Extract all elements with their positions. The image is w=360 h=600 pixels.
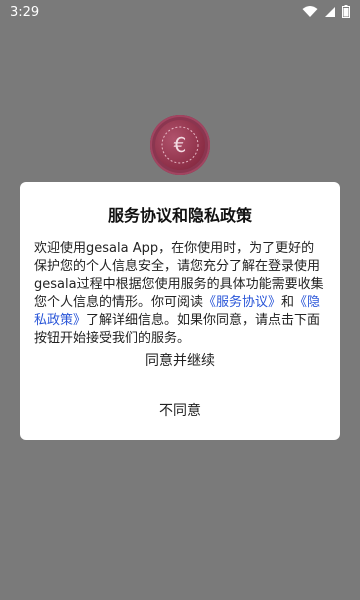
battery-icon	[342, 3, 350, 22]
euro-seal-logo: €	[161, 126, 199, 164]
status-icons	[302, 3, 350, 22]
body-text-part2: 和	[281, 295, 295, 310]
svg-text:€: €	[174, 133, 187, 157]
app-logo: €	[150, 115, 210, 175]
disagree-button[interactable]: 不同意	[20, 400, 340, 420]
dialog-body: 欢迎使用gesala App，在你使用时，为了更好的保护您的个人信息安全，请您充…	[34, 240, 326, 348]
cellular-icon	[324, 3, 336, 22]
agree-continue-button[interactable]: 同意并继续	[20, 350, 340, 370]
consent-dialog: 服务协议和隐私政策 欢迎使用gesala App，在你使用时，为了更好的保护您的…	[20, 182, 340, 440]
wifi-icon	[302, 3, 318, 22]
status-bar: 3:29	[0, 0, 360, 24]
service-agreement-link[interactable]: 《服务协议》	[203, 295, 281, 310]
status-time: 3:29	[10, 4, 40, 20]
dialog-title: 服务协议和隐私政策	[107, 206, 252, 225]
